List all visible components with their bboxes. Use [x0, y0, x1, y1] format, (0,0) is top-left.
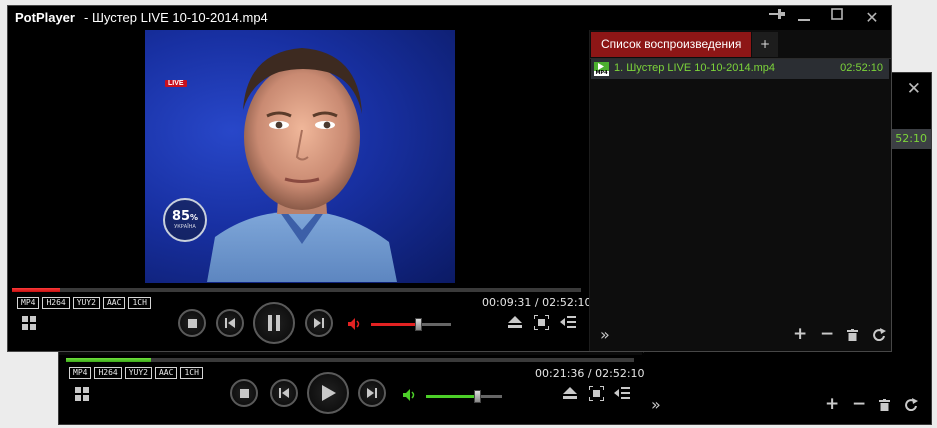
back-speaker-icon[interactable]	[403, 389, 417, 401]
close-icon[interactable]: ✕	[862, 8, 882, 27]
badge-video-codec: H264	[94, 367, 122, 379]
next-button[interactable]	[305, 309, 333, 337]
volume-handle[interactable]	[415, 318, 423, 331]
stop-button[interactable]	[178, 309, 206, 337]
back-play-button[interactable]	[307, 372, 349, 414]
window-title: - Шустер LIVE 10-10-2014.mp4	[84, 10, 268, 25]
expand-icon[interactable]: »	[600, 327, 610, 343]
pause-icon	[268, 315, 280, 331]
speaker-icon[interactable]	[348, 318, 362, 330]
channel-live-logo: LIVE	[165, 80, 187, 87]
repeat-icon[interactable]	[873, 328, 886, 341]
back-playlist-toggle-icon[interactable]	[614, 386, 630, 401]
back-stop-button[interactable]	[230, 379, 258, 407]
volume-fill	[371, 323, 419, 326]
tab-playlist[interactable]: Список воспроизведения	[591, 32, 752, 57]
back-repeat-icon[interactable]	[905, 398, 918, 411]
badge-channels: 1CH	[180, 367, 203, 379]
play-icon	[322, 385, 336, 401]
back-eject-icon[interactable]	[563, 387, 577, 400]
time-readout: 00:09:31 / 02:52:10	[482, 296, 592, 309]
playlist-toggle-icon[interactable]	[560, 315, 576, 330]
back-playlist-close-icon[interactable]: ✕	[907, 79, 921, 99]
previous-icon	[279, 388, 289, 398]
back-playlist-duration[interactable]: 52:10	[889, 129, 931, 149]
codec-badges: MP4 H264 YUY2 AAC 1CH	[17, 297, 151, 309]
video-frame[interactable]: LIVE 85% УКРАЇНА	[145, 30, 455, 283]
front-player-window: PotPlayer - Шустер LIVE 10-10-2014.mp4 ✕	[7, 5, 892, 352]
app-name: PotPlayer	[15, 10, 75, 25]
badge-container: MP4	[69, 367, 92, 379]
back-time-readout: 00:21:36 / 02:52:10	[535, 367, 645, 380]
rating-overlay: 85% УКРАЇНА	[163, 198, 207, 242]
badge-video-codec: H264	[42, 297, 70, 309]
mp4-file-icon: MP4	[594, 62, 609, 76]
stop-icon	[239, 388, 249, 398]
remove-icon[interactable]: −	[820, 326, 834, 343]
time-separator: /	[534, 296, 539, 309]
back-time-total: 02:52:10	[595, 367, 645, 380]
playlist-item-name: 1. Шустер LIVE 10-10-2014.mp4	[614, 62, 776, 74]
back-trash-icon[interactable]	[879, 399, 890, 411]
badge-audio-codec: AAC	[154, 367, 178, 379]
next-icon	[314, 318, 324, 328]
back-grid-menu-icon[interactable]	[75, 387, 90, 402]
add-icon[interactable]: +	[793, 326, 807, 343]
rating-number: 85	[171, 209, 191, 224]
previous-button[interactable]	[216, 309, 244, 337]
video-person-image	[207, 48, 397, 282]
grid-menu-icon[interactable]	[22, 316, 37, 331]
back-time-current: 00:21:36	[535, 367, 585, 380]
volume-slider[interactable]	[371, 318, 451, 331]
previous-icon	[225, 318, 235, 328]
back-volume-slider[interactable]	[426, 390, 502, 403]
stop-icon	[187, 318, 197, 328]
badge-channels: 1CH	[128, 297, 151, 309]
time-current: 00:09:31	[482, 296, 532, 309]
back-volume-fill	[426, 395, 477, 398]
badge-pixel-format: YUY2	[124, 367, 152, 379]
back-seek-bar[interactable]	[66, 358, 634, 362]
playlist-item-duration: 02:52:10	[840, 62, 883, 74]
rating-sign: %	[190, 213, 199, 222]
eject-icon[interactable]	[508, 316, 522, 329]
rating-caption: УКРАЇНА	[174, 224, 196, 230]
rating-value: 85%	[165, 209, 205, 224]
seek-bar[interactable]	[12, 288, 581, 292]
seek-progress	[12, 288, 61, 292]
time-separator: /	[587, 367, 592, 380]
screen-capture-icon[interactable]	[534, 315, 549, 330]
badge-container: MP4	[17, 297, 40, 309]
badge-audio-codec: AAC	[102, 297, 126, 309]
time-total: 02:52:10	[542, 296, 592, 309]
file-format-label: MP4	[594, 70, 609, 76]
back-expand-icon[interactable]: »	[651, 397, 661, 413]
back-next-button[interactable]	[358, 379, 386, 407]
minimize-icon[interactable]	[794, 8, 814, 26]
back-codec-badges: MP4 H264 YUY2 AAC 1CH	[69, 367, 203, 379]
back-previous-button[interactable]	[270, 379, 298, 407]
maximize-icon[interactable]	[827, 8, 847, 24]
playlist-list[interactable]: MP4 1. Шустер LIVE 10-10-2014.mp4 02:52:…	[590, 58, 891, 320]
back-remove-icon[interactable]: −	[852, 396, 866, 413]
back-volume-handle[interactable]	[473, 390, 481, 403]
badge-pixel-format: YUY2	[72, 297, 100, 309]
playlist-panel: Список воспроизведения + MP4 1. Шустер L…	[589, 30, 891, 351]
pin-icon[interactable]	[767, 8, 787, 24]
pause-button[interactable]	[253, 302, 295, 344]
next-icon	[367, 388, 377, 398]
back-seek-progress	[66, 358, 152, 362]
trash-icon[interactable]	[847, 329, 858, 341]
back-screen-capture-icon[interactable]	[589, 386, 604, 401]
add-tab-button[interactable]: +	[752, 32, 778, 57]
title-bar[interactable]: PotPlayer - Шустер LIVE 10-10-2014.mp4 ✕	[8, 6, 891, 30]
back-add-icon[interactable]: +	[825, 396, 839, 413]
playlist-item[interactable]: MP4 1. Шустер LIVE 10-10-2014.mp4 02:52:…	[591, 59, 889, 79]
